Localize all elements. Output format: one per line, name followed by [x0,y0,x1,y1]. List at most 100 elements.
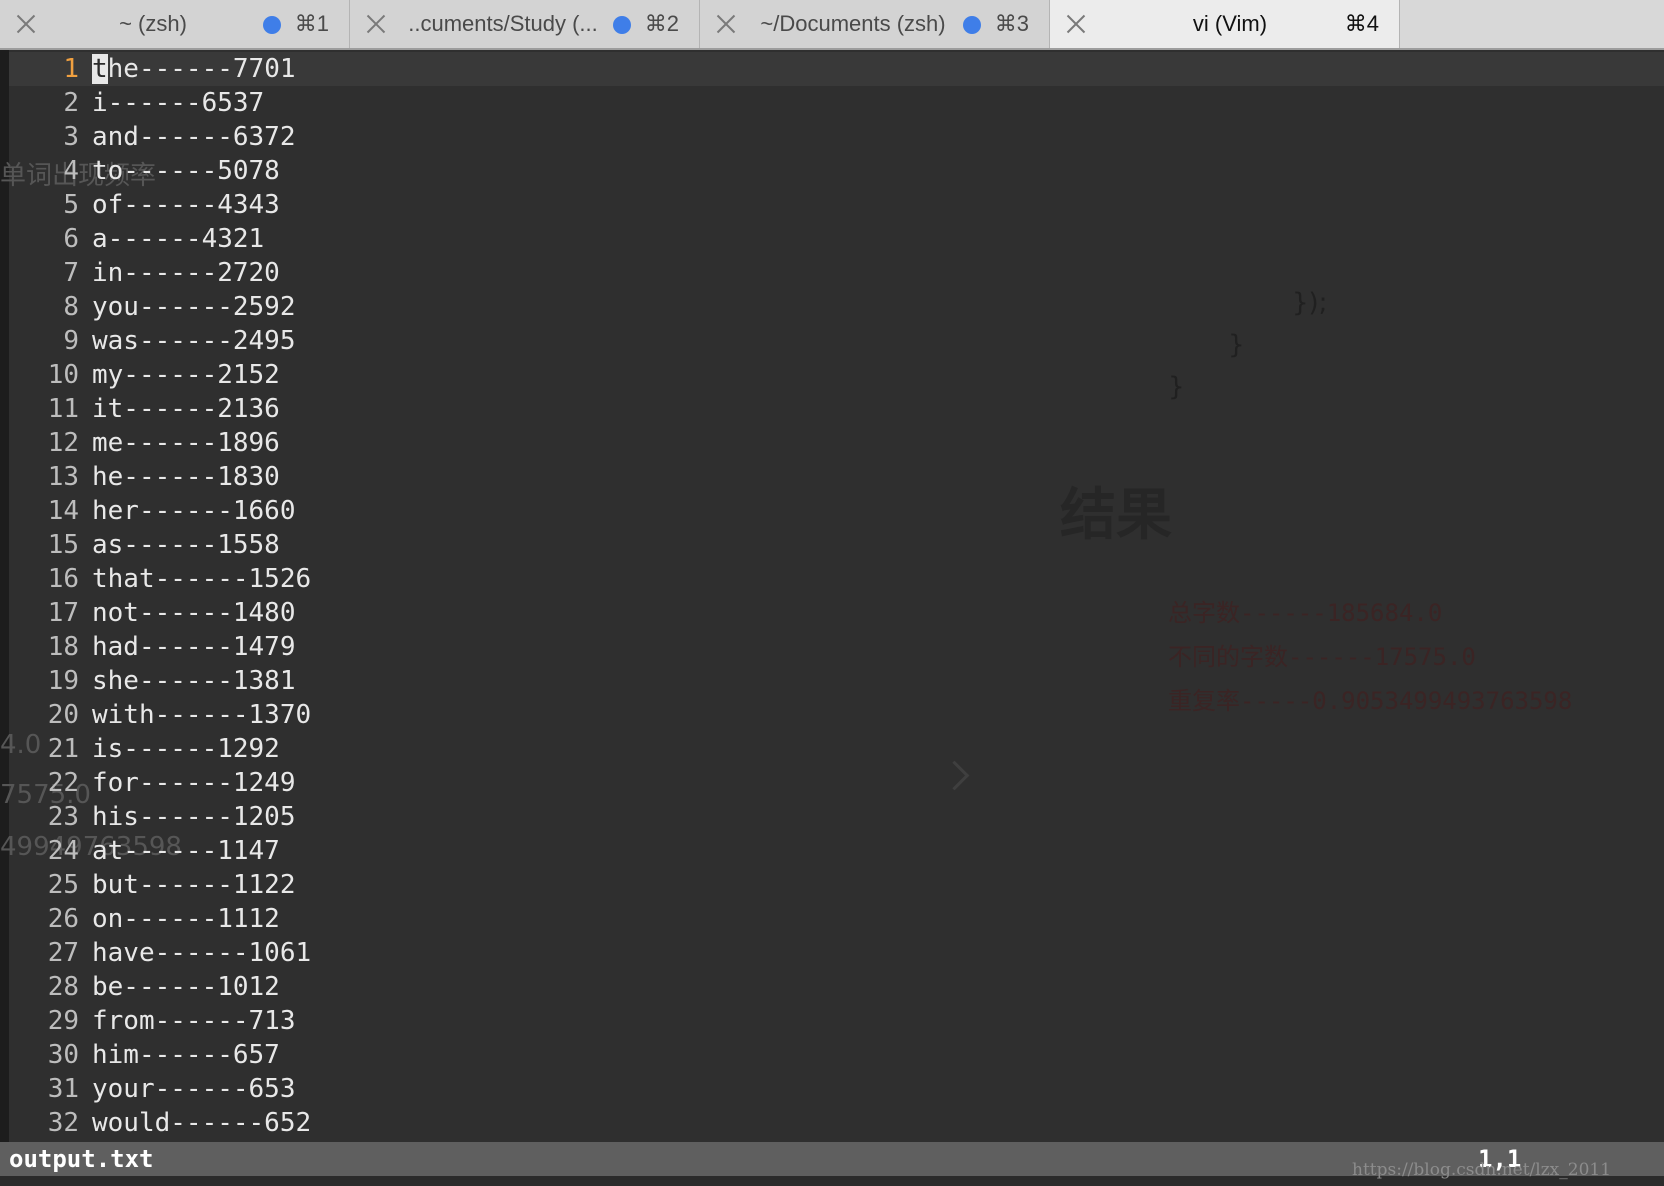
line-text[interactable]: his------1205 [92,800,296,834]
buffer-line[interactable]: 32 would------652 [9,1106,1664,1140]
buffer-line[interactable]: 15 as------1558 [9,528,1664,562]
line-number: 12 [47,428,79,458]
buffer-line[interactable]: 28 be------1012 [9,970,1664,1004]
line-text[interactable]: to------5078 [92,154,280,188]
tab-shortcut: ⌘4 [1344,11,1379,36]
line-number: 22 [47,768,79,798]
activity-dot-icon [263,16,281,34]
buffer-line[interactable]: 13 he------1830 [9,460,1664,494]
buffer-line[interactable]: 14 her------1660 [9,494,1664,528]
buffer-line[interactable]: 7 in------2720 [9,256,1664,290]
line-number: 10 [47,360,79,390]
buffer-line[interactable]: 20 with------1370 [9,698,1664,732]
buffer-line[interactable]: 2 i------6537 [9,86,1664,120]
line-text[interactable]: it------2136 [92,392,280,426]
buffer-line[interactable]: 11 it------2136 [9,392,1664,426]
line-number: 25 [47,870,79,900]
buffer-line[interactable]: 8 you------2592 [9,290,1664,324]
buffer-line[interactable]: 26 on------1112 [9,902,1664,936]
line-text[interactable]: was------2495 [92,324,296,358]
line-number: 17 [47,598,79,628]
buffer-line[interactable]: 6 a------4321 [9,222,1664,256]
line-text[interactable]: at------1147 [92,834,280,868]
line-text[interactable]: of------4343 [92,188,280,222]
tab-title: ~/Documents (zsh) [760,11,946,36]
line-text[interactable]: she------1381 [92,664,296,698]
buffer-line[interactable]: 1 the------7701 [9,52,1664,86]
line-text[interactable]: in------2720 [92,256,280,290]
line-number: 23 [47,802,79,832]
line-number: 6 [63,224,79,254]
line-text[interactable]: me------1896 [92,426,280,460]
buffer-line[interactable]: 25 but------1122 [9,868,1664,902]
line-text[interactable]: your------653 [92,1072,296,1106]
line-text[interactable]: her------1660 [92,494,296,528]
line-text[interactable]: my------2152 [92,358,280,392]
buffer-line[interactable]: 23 his------1205 [9,800,1664,834]
line-text[interactable]: with------1370 [92,698,311,732]
buffer-line[interactable]: 10 my------2152 [9,358,1664,392]
line-number: 18 [47,632,79,662]
tab-4-active[interactable]: vi (Vim) ⌘4 [1050,0,1400,48]
tab-bar: ~ (zsh) ⌘1 ..cuments/Study (... ⌘2 ~/Doc… [0,0,1664,50]
buffer-line[interactable]: 24 at------1147 [9,834,1664,868]
line-text[interactable]: him------657 [92,1038,280,1072]
line-text[interactable]: and------6372 [92,120,296,154]
close-icon[interactable] [16,14,36,34]
buffer-line[interactable]: 4 to------5078 [9,154,1664,188]
line-number: 20 [47,700,79,730]
line-text[interactable]: not------1480 [92,596,296,630]
line-number: 28 [47,972,79,1002]
line-number: 5 [63,190,79,220]
close-icon[interactable] [1066,14,1086,34]
line-text[interactable]: that------1526 [92,562,311,596]
line-number: 32 [47,1108,79,1138]
close-icon[interactable] [716,14,736,34]
tab-shortcut: ⌘2 [644,11,679,36]
line-text[interactable]: is------1292 [92,732,280,766]
buffer-line[interactable]: 3 and------6372 [9,120,1664,154]
buffer-line[interactable]: 31 your------653 [9,1072,1664,1106]
line-text[interactable]: you------2592 [92,290,296,324]
line-text[interactable]: a------4321 [92,222,264,256]
line-text[interactable]: have------1061 [92,936,311,970]
buffer-line[interactable]: 27 have------1061 [9,936,1664,970]
buffer-line[interactable]: 5 of------4343 [9,188,1664,222]
buffer-line[interactable]: 22 for------1249 [9,766,1664,800]
line-text[interactable]: from------713 [92,1004,296,1038]
line-number: 16 [47,564,79,594]
line-text[interactable]: he------1830 [92,460,280,494]
line-text[interactable]: but------1122 [92,868,296,902]
buffer-line[interactable]: 29 from------713 [9,1004,1664,1038]
buffer-line[interactable]: 18 had------1479 [9,630,1664,664]
buffer-line[interactable]: 21 is------1292 [9,732,1664,766]
line-text[interactable]: for------1249 [92,766,296,800]
line-text[interactable]: i------6537 [92,86,264,120]
buffer-line[interactable]: 30 him------657 [9,1038,1664,1072]
buffer-line[interactable]: 19 she------1381 [9,664,1664,698]
line-number: 26 [47,904,79,934]
line-text[interactable]: on------1112 [92,902,280,936]
tab-title: ..cuments/Study (... [408,11,598,36]
tab-2[interactable]: ..cuments/Study (... ⌘2 [350,0,700,48]
line-text[interactable]: had------1479 [92,630,296,664]
line-text[interactable]: would------652 [92,1106,311,1140]
line-number: 8 [63,292,79,322]
close-icon[interactable] [366,14,386,34]
tab-1[interactable]: ~ (zsh) ⌘1 [0,0,350,48]
tab-title: vi (Vim) [1192,11,1268,36]
line-number: 13 [47,462,79,492]
buffer-line[interactable]: 17 not------1480 [9,596,1664,630]
line-text[interactable]: be------1012 [92,970,280,1004]
cursor: t [92,54,108,84]
buffer-line[interactable]: 16 that------1526 [9,562,1664,596]
buffer-line[interactable]: 12 me------1896 [9,426,1664,460]
file-name: output.txt [9,1145,154,1173]
line-text[interactable]: as------1558 [92,528,280,562]
line-text[interactable]: the------7701 [92,52,296,86]
tab-3[interactable]: ~/Documents (zsh) ⌘3 [700,0,1050,48]
buffer-line[interactable]: 9 was------2495 [9,324,1664,358]
line-number: 31 [47,1074,79,1104]
line-number: 21 [47,734,79,764]
line-number: 7 [63,258,79,288]
